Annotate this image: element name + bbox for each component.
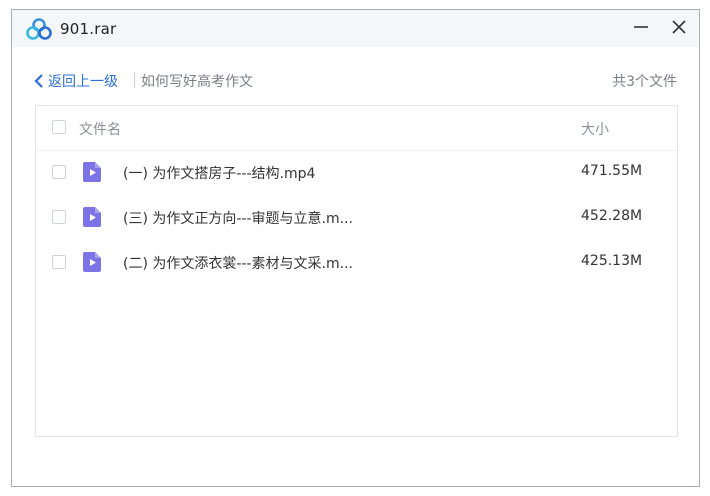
table-row[interactable]: (二) 为作文添衣裳---素材与文采.m... 425.13M: [36, 240, 677, 285]
file-list: 文件名 大小 (一) 为作文搭房子---结构.mp4 471.55M (三) 为…: [35, 105, 678, 437]
video-file-icon: [83, 207, 101, 227]
column-header-size[interactable]: 大小: [581, 119, 609, 139]
file-name: (二) 为作文添衣裳---素材与文采.m...: [123, 256, 353, 272]
file-count: 共3个文件: [612, 74, 677, 90]
close-icon: [672, 20, 686, 34]
file-name: (一) 为作文搭房子---结构.mp4: [123, 166, 316, 182]
table-row[interactable]: (三) 为作文正方向---审题与立意.m... 452.28M: [36, 195, 677, 240]
minimize-icon: [634, 26, 648, 28]
video-file-icon: [83, 252, 101, 272]
back-button[interactable]: 返回上一级: [34, 71, 118, 91]
row-checkbox[interactable]: [52, 165, 66, 179]
title-bar[interactable]: 901.rar: [12, 10, 699, 47]
file-name: (三) 为作文正方向---审题与立意.m...: [123, 211, 353, 227]
breadcrumb-divider: [134, 72, 135, 88]
select-all-checkbox[interactable]: [52, 120, 66, 134]
chevron-left-icon: [34, 74, 43, 88]
app-logo-icon: [26, 18, 52, 40]
table-row[interactable]: (一) 为作文搭房子---结构.mp4 471.55M: [36, 150, 677, 195]
close-button[interactable]: [666, 14, 692, 40]
row-checkbox[interactable]: [52, 255, 66, 269]
window-title: 901.rar: [60, 20, 117, 38]
back-label: 返回上一级: [48, 74, 118, 90]
archive-window: 901.rar 返回上一级 如何写好高考作文 共3个文件 文件名 大小 (一) …: [11, 9, 700, 487]
file-size: 471.55M: [581, 163, 643, 179]
minimize-button[interactable]: [628, 14, 654, 40]
file-size: 425.13M: [581, 253, 643, 269]
row-checkbox[interactable]: [52, 210, 66, 224]
breadcrumb-folder: 如何写好高考作文: [141, 74, 253, 90]
column-header-name[interactable]: 文件名: [79, 119, 121, 139]
content-area: 返回上一级 如何写好高考作文 共3个文件 文件名 大小 (一) 为作文搭房子--…: [12, 47, 699, 486]
video-file-icon: [83, 162, 101, 182]
file-size: 452.28M: [581, 208, 643, 224]
table-header: 文件名 大小: [36, 106, 677, 151]
